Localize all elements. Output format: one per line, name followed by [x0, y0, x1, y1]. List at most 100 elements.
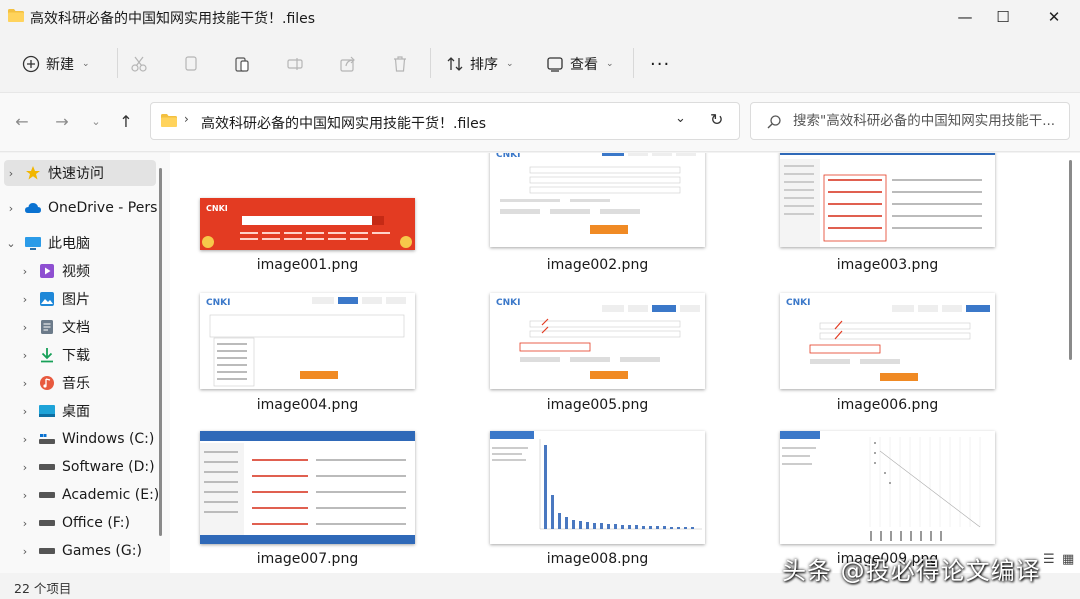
file-item[interactable]: CNKI image001.png: [185, 153, 415, 278]
file-item[interactable]: image007.png: [185, 431, 415, 571]
chevron-right-icon: ›: [22, 264, 28, 278]
sidebar-scrollbar[interactable]: [159, 168, 162, 536]
chevron-down-icon[interactable]: ⌄: [675, 111, 686, 126]
details-view-icon[interactable]: ☰: [1043, 552, 1055, 567]
video-icon: [38, 263, 56, 279]
scissors-icon: [131, 56, 147, 72]
paste-button[interactable]: [233, 50, 251, 78]
navigation-bar: ← → ⌄ ↑ › 高效科研必备的中国知网实用技能干货！.files ⌄ ↻: [0, 92, 1080, 152]
sidebar-item-documents[interactable]: › 文档: [18, 314, 170, 340]
sort-icon: [447, 57, 463, 71]
file-name: image001.png: [256, 257, 359, 273]
forward-button[interactable]: →: [50, 109, 74, 133]
chevron-down-icon: ⌄: [82, 59, 90, 69]
star-icon: [24, 165, 42, 181]
file-item[interactable]: image008.png: [475, 431, 705, 571]
file-view-scrollbar[interactable]: [1069, 160, 1072, 360]
address-bar[interactable]: › 高效科研必备的中国知网实用技能干货！.files ⌄ ↻: [150, 102, 740, 140]
sidebar-item-videos[interactable]: › 视频: [18, 258, 170, 284]
search-input[interactable]: [793, 111, 1065, 131]
file-view: CNKI image001.png CNKI image002.png imag…: [170, 153, 1080, 573]
title-bar: 高效科研必备的中国知网实用技能干货！.files — ☐ ✕: [0, 0, 1080, 34]
sidebar-item-drive-e[interactable]: › Academic (E:): [18, 482, 170, 508]
chevron-right-icon: ›: [22, 544, 28, 558]
arrow-up-icon: ↑: [119, 111, 133, 131]
thumbnail-image: [490, 431, 705, 544]
search-box[interactable]: [750, 102, 1070, 140]
recent-locations-button[interactable]: ⌄: [84, 109, 108, 133]
sidebar-item-onedrive[interactable]: › OneDrive - Pers: [4, 195, 160, 221]
rename-button[interactable]: [286, 50, 304, 78]
chevron-right-icon: ›: [22, 432, 28, 446]
file-item[interactable]: CNKI image006.png: [765, 293, 995, 418]
sidebar-item-drive-c[interactable]: › Windows (C:): [18, 426, 170, 452]
back-button[interactable]: ←: [10, 109, 34, 133]
sidebar-item-music[interactable]: › 音乐: [18, 370, 170, 396]
sidebar-item-desktop[interactable]: › 桌面: [18, 398, 170, 424]
trash-icon: [394, 56, 406, 72]
item-count: 22 个项目: [14, 581, 72, 596]
maximize-button[interactable]: ☐: [980, 0, 1026, 34]
copy-button[interactable]: [182, 50, 200, 78]
delete-button[interactable]: [391, 50, 409, 78]
thumbnail-image: [780, 431, 995, 544]
thumbnail-image: [780, 153, 995, 247]
sidebar-item-drive-d[interactable]: › Software (D:): [18, 454, 170, 480]
share-button[interactable]: [339, 50, 357, 78]
svg-text:CNKI: CNKI: [496, 298, 520, 308]
toolbar-divider: [117, 48, 118, 78]
tiles-view-icon[interactable]: ▦: [1062, 552, 1074, 567]
view-icon: [547, 57, 563, 72]
view-button[interactable]: 查看 ⌄: [546, 50, 614, 78]
download-icon: [38, 347, 56, 363]
file-name: image007.png: [256, 551, 359, 567]
sidebar-item-this-pc[interactable]: ⌄ 此电脑: [4, 230, 156, 256]
file-name: image008.png: [546, 551, 649, 567]
up-button[interactable]: ↑: [114, 109, 138, 133]
drive-icon: [38, 543, 56, 559]
file-name: image002.png: [546, 257, 649, 273]
desktop-icon: [38, 403, 56, 419]
svg-text:CNKI: CNKI: [496, 153, 520, 160]
folder-icon: [161, 114, 177, 127]
cut-button[interactable]: [130, 50, 148, 78]
sidebar-item-downloads[interactable]: › 下载: [18, 342, 170, 368]
file-item[interactable]: image009.png: [765, 431, 995, 571]
arrow-left-icon: ←: [15, 111, 29, 131]
file-item[interactable]: CNKI image005.png: [475, 293, 705, 418]
file-item[interactable]: CNKI image002.png: [475, 153, 705, 278]
chevron-down-icon: ⌄: [6, 236, 16, 250]
document-icon: [38, 319, 56, 335]
file-name: image006.png: [836, 397, 939, 413]
sidebar-item-drive-g[interactable]: › Games (G:): [18, 538, 170, 564]
toolbar-divider: [430, 48, 431, 78]
chevron-down-icon: ⌄: [606, 59, 614, 69]
cloud-icon: [24, 200, 42, 216]
new-button[interactable]: 新建 ⌄: [22, 50, 90, 78]
thumbnail-image: [200, 431, 415, 544]
search-icon: [767, 115, 781, 129]
file-item[interactable]: CNKI image004.png: [185, 293, 415, 418]
sidebar-item-drive-f[interactable]: › Office (F:): [18, 510, 170, 536]
copy-icon: [185, 56, 197, 71]
drive-icon: [38, 459, 56, 475]
chevron-down-icon: ⌄: [506, 59, 514, 69]
chevron-right-icon: ›: [22, 348, 28, 362]
more-options-button[interactable]: ···: [650, 50, 670, 78]
refresh-icon[interactable]: ↻: [710, 110, 723, 129]
thumbnail-image: CNKI: [200, 198, 415, 250]
file-item[interactable]: image003.png: [765, 153, 995, 278]
rename-icon: [287, 58, 303, 70]
sidebar-item-pictures[interactable]: › 图片: [18, 286, 170, 312]
sidebar-item-quick-access[interactable]: › 快速访问: [4, 160, 156, 186]
plus-circle-icon: [22, 55, 40, 73]
drive-icon: [38, 487, 56, 503]
close-button[interactable]: ✕: [1031, 0, 1077, 34]
sort-button[interactable]: 排序 ⌄: [446, 50, 514, 78]
command-bar: 新建 ⌄ 排序 ⌄ 查看 ⌄ ···: [0, 40, 1080, 88]
folder-icon: [8, 9, 24, 22]
breadcrumb-separator-icon: ›: [184, 112, 189, 126]
chevron-right-icon: ›: [22, 320, 28, 334]
address-path: 高效科研必备的中国知网实用技能干货！.files: [201, 116, 487, 132]
file-name: image005.png: [546, 397, 649, 413]
